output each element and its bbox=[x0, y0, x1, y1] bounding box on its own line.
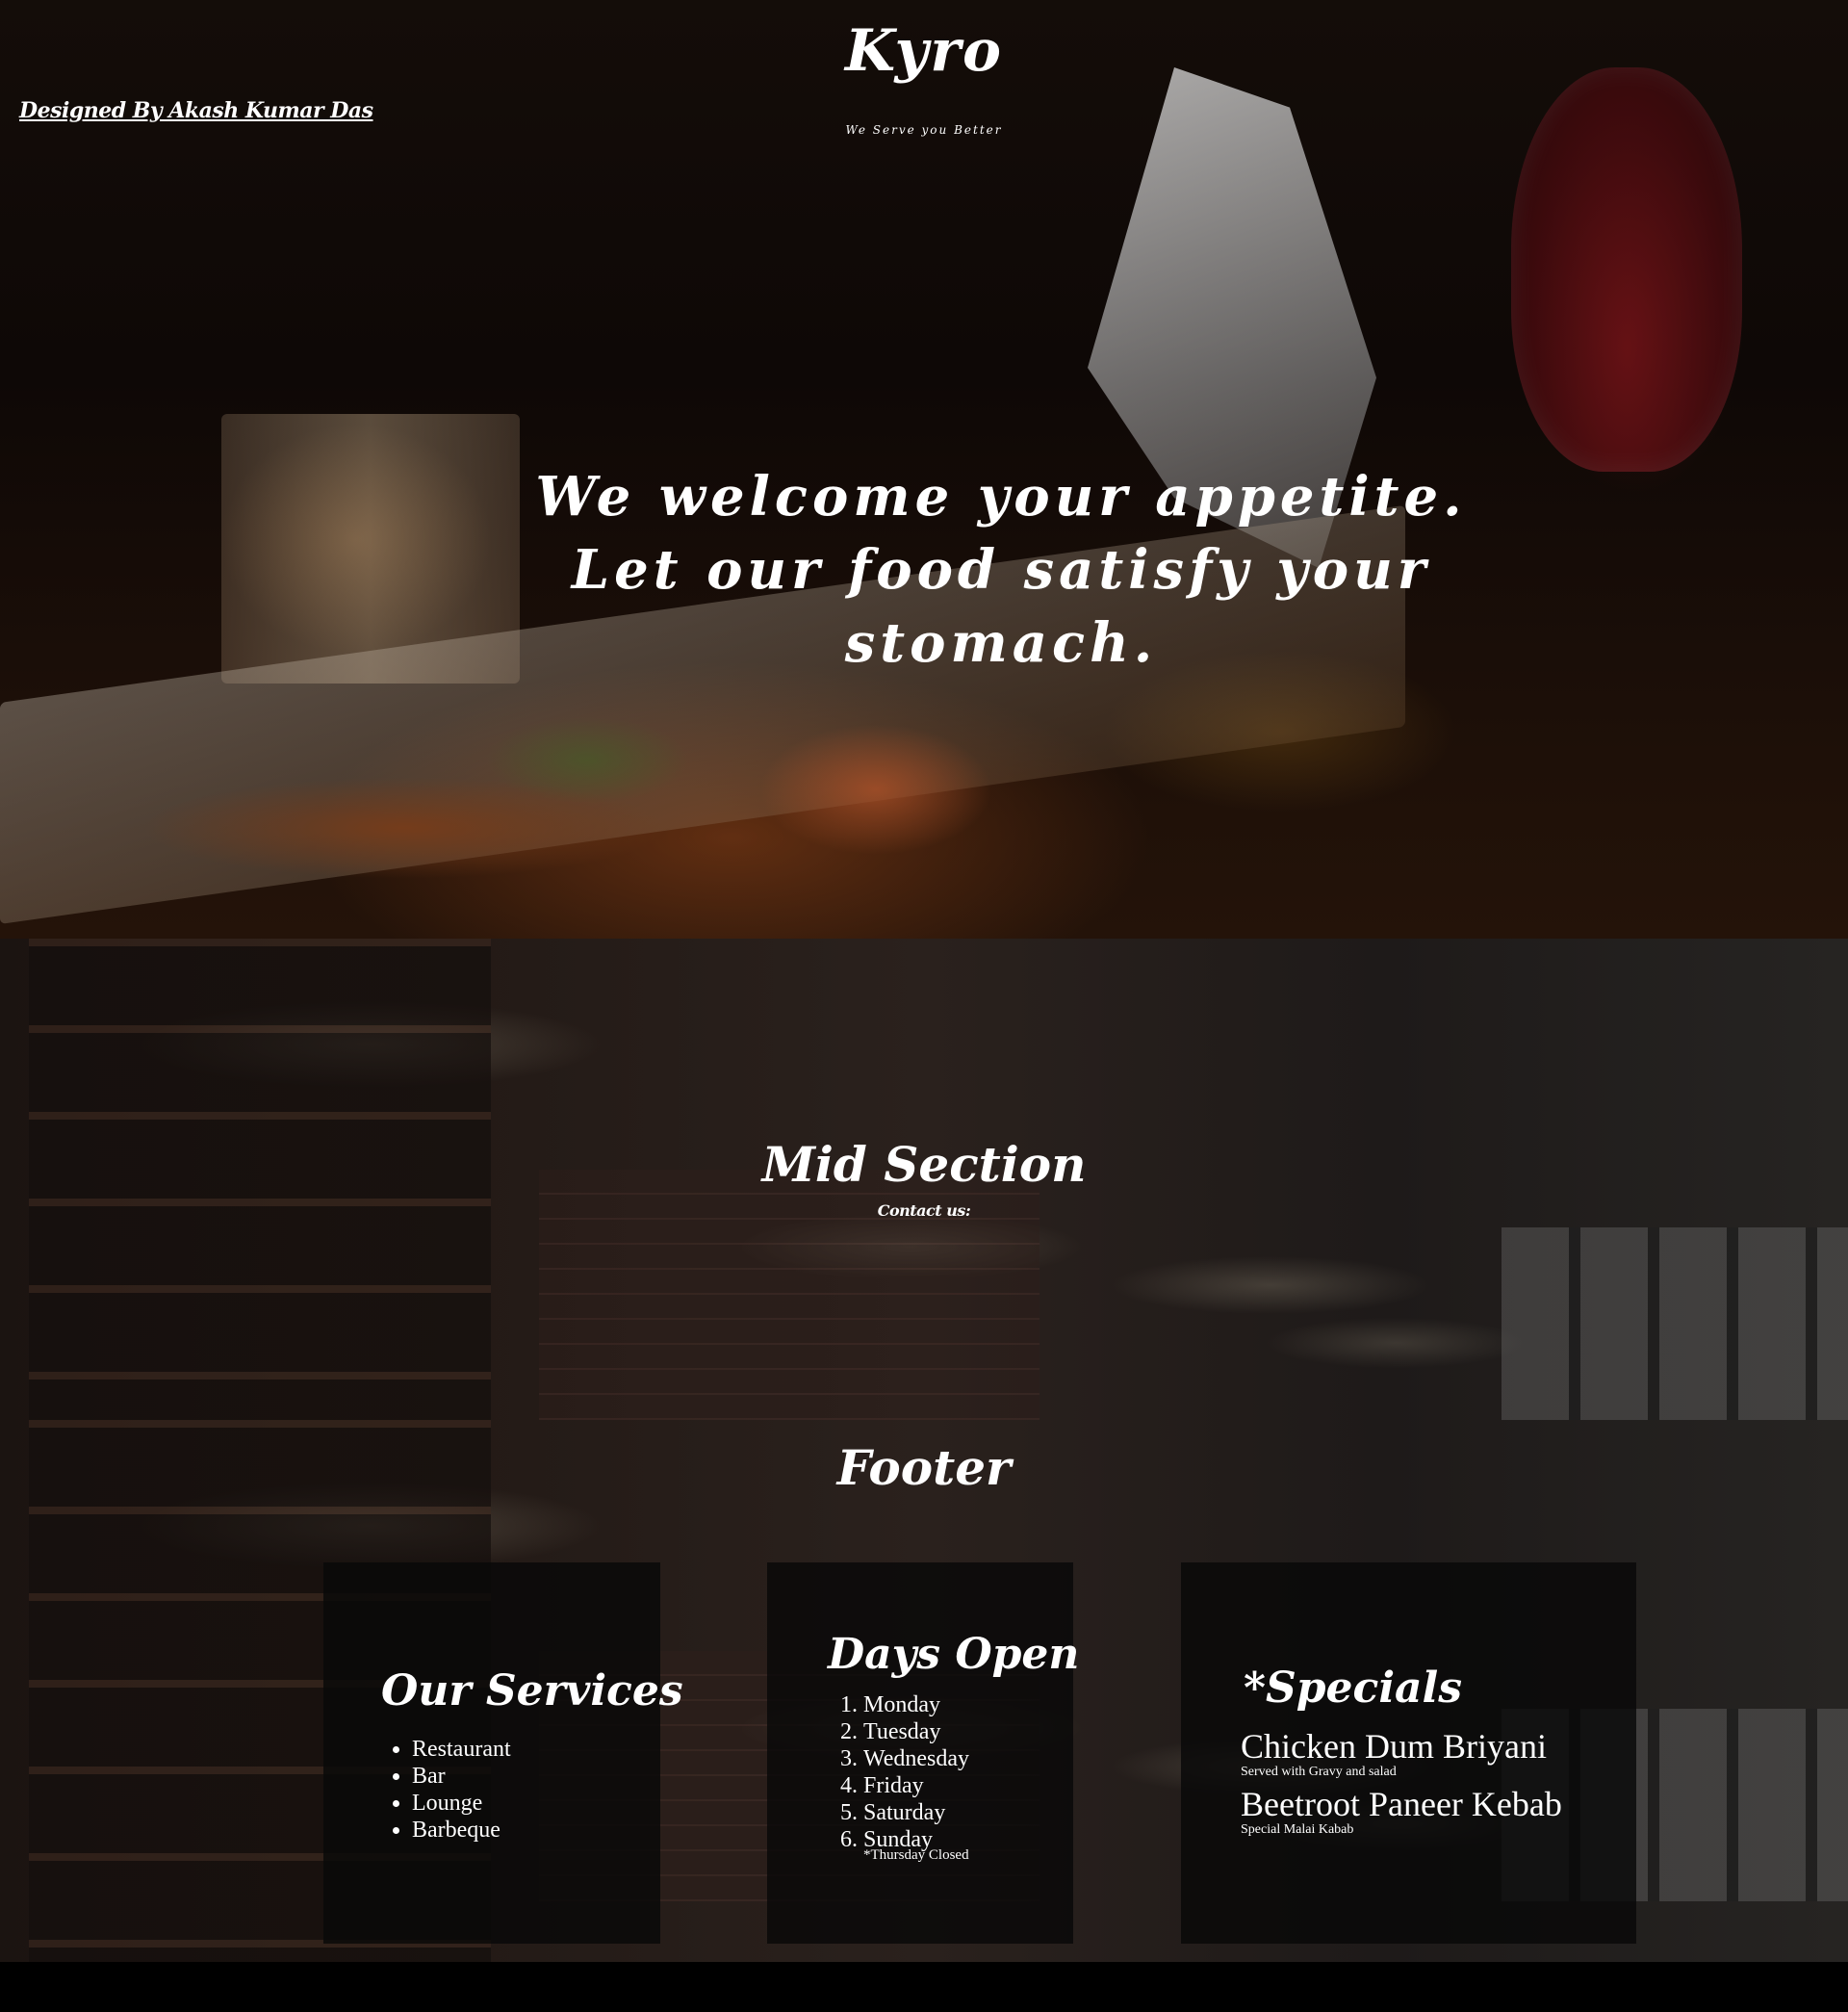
services-title: Our Services bbox=[381, 1666, 683, 1715]
services-list: Restaurant Bar Lounge Barbeque bbox=[381, 1736, 511, 1844]
special-item: Beetroot Paneer Kebab Special Malai Kaba… bbox=[1241, 1786, 1562, 1838]
mid-section-title: Mid Section bbox=[761, 1136, 1087, 1193]
service-item: Barbeque bbox=[412, 1817, 511, 1844]
windows-decoration bbox=[1502, 1227, 1848, 1420]
days-open-title: Days Open bbox=[828, 1630, 1080, 1679]
site-logo[interactable]: Kyro bbox=[828, 17, 1020, 85]
service-item: Lounge bbox=[412, 1790, 511, 1817]
special-name: Chicken Dum Briyani bbox=[1241, 1727, 1547, 1766]
site-tagline: We Serve you Better bbox=[845, 123, 1003, 137]
footer-section: Footer Our Services Restaurant Bar Loung… bbox=[0, 1420, 1848, 1962]
bar-shelf-decoration bbox=[29, 939, 491, 1420]
service-item: Restaurant bbox=[412, 1736, 511, 1763]
hero-headline: We welcome your appetite. Let our food s… bbox=[535, 465, 1467, 675]
food-decoration bbox=[87, 674, 1030, 895]
contact-us-link[interactable]: Contact us: bbox=[828, 1201, 1020, 1220]
mid-section: Mid Section Contact us: bbox=[0, 939, 1848, 1420]
special-item: Chicken Dum Briyani Served with Gravy an… bbox=[1241, 1728, 1547, 1780]
service-item: Bar bbox=[412, 1763, 511, 1790]
bottom-bar bbox=[0, 1962, 1848, 2012]
days-list: Monday Tuesday Wednesday Friday Saturday… bbox=[825, 1691, 969, 1853]
services-panel: Our Services Restaurant Bar Lounge Barbe… bbox=[323, 1562, 683, 1944]
closed-note: *Thursday Closed bbox=[863, 1847, 969, 1863]
page: Designed By Akash Kumar Das Kyro We Serv… bbox=[0, 0, 1848, 2012]
special-description: Served with Gravy and salad bbox=[1241, 1765, 1397, 1779]
special-name: Beetroot Paneer Kebab bbox=[1241, 1785, 1562, 1823]
day-item: Saturday bbox=[863, 1799, 969, 1826]
footer-title: Footer bbox=[836, 1439, 1012, 1496]
specials-title: *Specials bbox=[1244, 1664, 1463, 1713]
hero-section: Designed By Akash Kumar Das Kyro We Serv… bbox=[0, 0, 1848, 939]
day-item: Wednesday bbox=[863, 1745, 969, 1772]
designer-credit[interactable]: Designed By Akash Kumar Das bbox=[19, 98, 373, 123]
day-item: Tuesday bbox=[863, 1718, 969, 1745]
day-item: Monday bbox=[863, 1691, 969, 1718]
special-description: Special Malai Kabab bbox=[1241, 1822, 1354, 1837]
day-item: Friday bbox=[863, 1772, 969, 1799]
days-open-panel: Days Open Monday Tuesday Wednesday Frida… bbox=[767, 1562, 1079, 1944]
wine-glass-decoration bbox=[1511, 67, 1742, 472]
specials-panel: *Specials Chicken Dum Briyani Served wit… bbox=[1181, 1562, 1636, 1944]
